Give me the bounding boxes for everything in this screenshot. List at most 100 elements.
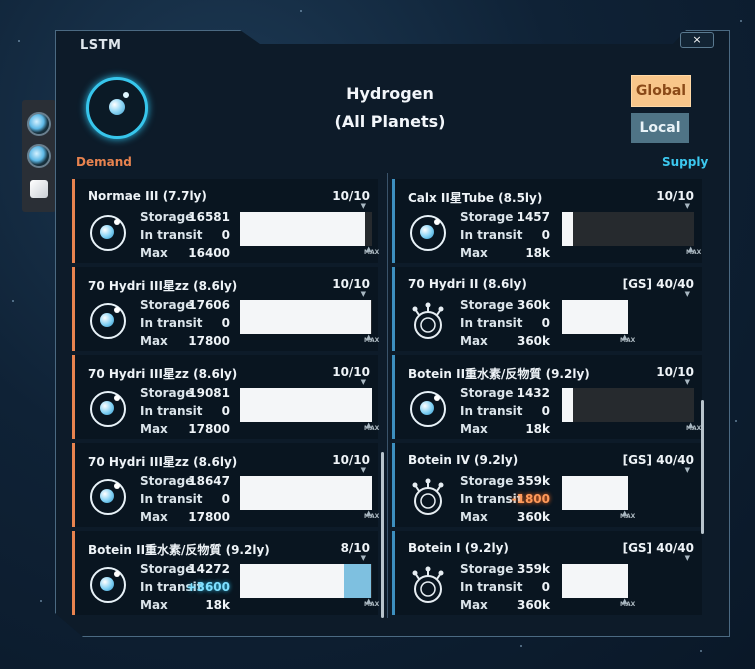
dropdown-triangle-icon[interactable]: ▼ <box>685 202 690 210</box>
dropdown-triangle-icon[interactable]: ▼ <box>361 290 366 298</box>
storage-bar[interactable] <box>562 388 694 422</box>
storage-bar-fill <box>562 212 573 246</box>
max-value: 16400 <box>188 246 230 260</box>
demand-station-card[interactable]: Normae III (7.7ly) 10/10 ▼ Storage In transi… <box>72 179 379 263</box>
storage-value: 360k <box>516 298 550 312</box>
demand-station-card[interactable]: Botein II重水素/反物質 (9.2ly) 8/10 ▼ Storage In t… <box>72 531 379 615</box>
storage-bar[interactable] <box>562 564 628 598</box>
max-value: 18k <box>525 422 550 436</box>
in-transit-value: 0 <box>541 580 550 594</box>
max-triangle-icon: ▲ <box>366 597 372 605</box>
in-transit-value: -1800 <box>511 492 550 506</box>
max-triangle-icon: ▲ <box>366 509 372 517</box>
max-value: 360k <box>516 334 550 348</box>
max-label: Max <box>140 510 168 524</box>
demand-station-card[interactable]: 70 Hydri III星zz (8.6ly) 10/10 ▼ Storage In t… <box>72 267 379 351</box>
max-label: Max <box>140 598 168 612</box>
dropdown-triangle-icon[interactable]: ▼ <box>361 554 366 562</box>
dropdown-triangle-icon[interactable]: ▼ <box>361 466 366 474</box>
station-name: 70 Hydri III星zz (8.6ly) <box>88 279 238 293</box>
station-name: Botein IV (9.2ly) <box>408 453 519 467</box>
side-planet-button[interactable] <box>27 112 51 136</box>
supply-accent-strip <box>392 443 395 527</box>
side-toolbar <box>22 100 56 212</box>
slot-count: 10/10 <box>332 365 370 379</box>
max-label: Max <box>460 422 488 436</box>
column-divider <box>387 173 388 618</box>
max-value: 17800 <box>188 422 230 436</box>
demand-station-card[interactable]: 70 Hydri III星zz (8.6ly) 10/10 ▼ Storage In t… <box>72 443 379 527</box>
side-system-button[interactable] <box>27 144 51 168</box>
demand-accent-strip <box>72 531 75 615</box>
max-value: 18k <box>205 598 230 612</box>
supply-accent-strip <box>392 179 395 263</box>
demand-station-card[interactable]: 70 Hydri III星zz (8.6ly) 10/10 ▼ Storage In t… <box>72 355 379 439</box>
storage-value: 17606 <box>188 298 230 312</box>
storage-bar[interactable] <box>562 300 628 334</box>
supply-station-card[interactable]: 70 Hydri II (8.6ly) [GS] 40/40 ▼ Storage In … <box>392 267 702 351</box>
storage-value: 14272 <box>188 562 230 576</box>
storage-bar[interactable] <box>240 388 372 422</box>
max-value: 17800 <box>188 510 230 524</box>
storage-bar[interactable] <box>240 212 372 246</box>
side-cube-button[interactable] <box>30 180 48 198</box>
storage-bar[interactable] <box>562 476 628 510</box>
supply-station-card[interactable]: Calx II星Tube (8.5ly) 10/10 ▼ Storage In tran… <box>392 179 702 263</box>
resource-name: Hydrogen <box>346 84 434 103</box>
orbital-station-icon <box>90 391 126 427</box>
demand-accent-strip <box>72 355 75 439</box>
supply-scrollbar[interactable] <box>701 400 704 534</box>
dropdown-triangle-icon[interactable]: ▼ <box>685 466 690 474</box>
storage-bar[interactable] <box>240 300 372 334</box>
storage-bar[interactable] <box>240 476 372 510</box>
storage-value: 1432 <box>516 386 550 400</box>
supply-station-card[interactable]: Botein I (9.2ly) [GS] 40/40 ▼ Storage In tra… <box>392 531 702 615</box>
storage-bar-fill <box>240 476 372 510</box>
supply-station-card[interactable]: Botein II重水素/反物質 (9.2ly) 10/10 ▼ Storage In … <box>392 355 702 439</box>
max-value: 360k <box>516 510 550 524</box>
max-value: 17800 <box>188 334 230 348</box>
storage-bar[interactable] <box>240 564 372 598</box>
in-transit-value: +3600 <box>186 580 230 594</box>
demand-list[interactable]: Normae III (7.7ly) 10/10 ▼ Storage In transi… <box>70 173 380 618</box>
dropdown-triangle-icon[interactable]: ▼ <box>685 290 690 298</box>
in-transit-value: 0 <box>221 316 230 330</box>
local-filter-button[interactable]: Local <box>631 113 689 143</box>
station-name: Botein I (9.2ly) <box>408 541 509 555</box>
in-transit-value: 0 <box>221 492 230 506</box>
station-name: Calx II星Tube (8.5ly) <box>408 191 543 205</box>
dropdown-triangle-icon[interactable]: ▼ <box>361 378 366 386</box>
station-name: Botein II重水素/反物質 (9.2ly) <box>88 543 270 557</box>
in-transit-value: 0 <box>541 404 550 418</box>
orbital-station-icon <box>410 391 446 427</box>
dropdown-triangle-icon[interactable]: ▼ <box>685 554 690 562</box>
storage-value: 1457 <box>516 210 550 224</box>
max-triangle-icon: ▲ <box>688 421 694 429</box>
global-filter-button[interactable]: Global <box>631 75 691 107</box>
transit-bar-fill <box>344 564 371 598</box>
close-button[interactable]: × <box>680 32 714 48</box>
supply-accent-strip <box>392 355 395 439</box>
in-transit-value: 0 <box>221 228 230 242</box>
storage-bar[interactable] <box>562 212 694 246</box>
slot-count: 10/10 <box>656 189 694 203</box>
demand-scrollbar[interactable] <box>381 452 384 618</box>
max-triangle-icon: ▲ <box>366 421 372 429</box>
max-label: Max <box>140 246 168 260</box>
supply-station-card[interactable]: Botein IV (9.2ly) [GS] 40/40 ▼ Storage In tr… <box>392 443 702 527</box>
supply-list[interactable]: Calx II星Tube (8.5ly) 10/10 ▼ Storage In tran… <box>390 173 712 618</box>
supply-header: Supply <box>662 155 709 169</box>
dropdown-triangle-icon[interactable]: ▼ <box>685 378 690 386</box>
max-triangle-icon: ▲ <box>622 509 628 517</box>
orbital-station-icon <box>90 215 126 251</box>
resource-title: Hydrogen (All Planets) <box>290 80 490 136</box>
dropdown-triangle-icon[interactable]: ▼ <box>361 202 366 210</box>
slot-count: 10/10 <box>656 365 694 379</box>
in-transit-value: 0 <box>541 316 550 330</box>
max-triangle-icon: ▲ <box>622 333 628 341</box>
storage-bar-fill <box>240 212 366 246</box>
hydrogen-resource-icon[interactable] <box>86 77 148 139</box>
slot-count: 10/10 <box>332 189 370 203</box>
in-transit-value: 0 <box>541 228 550 242</box>
demand-accent-strip <box>72 443 75 527</box>
